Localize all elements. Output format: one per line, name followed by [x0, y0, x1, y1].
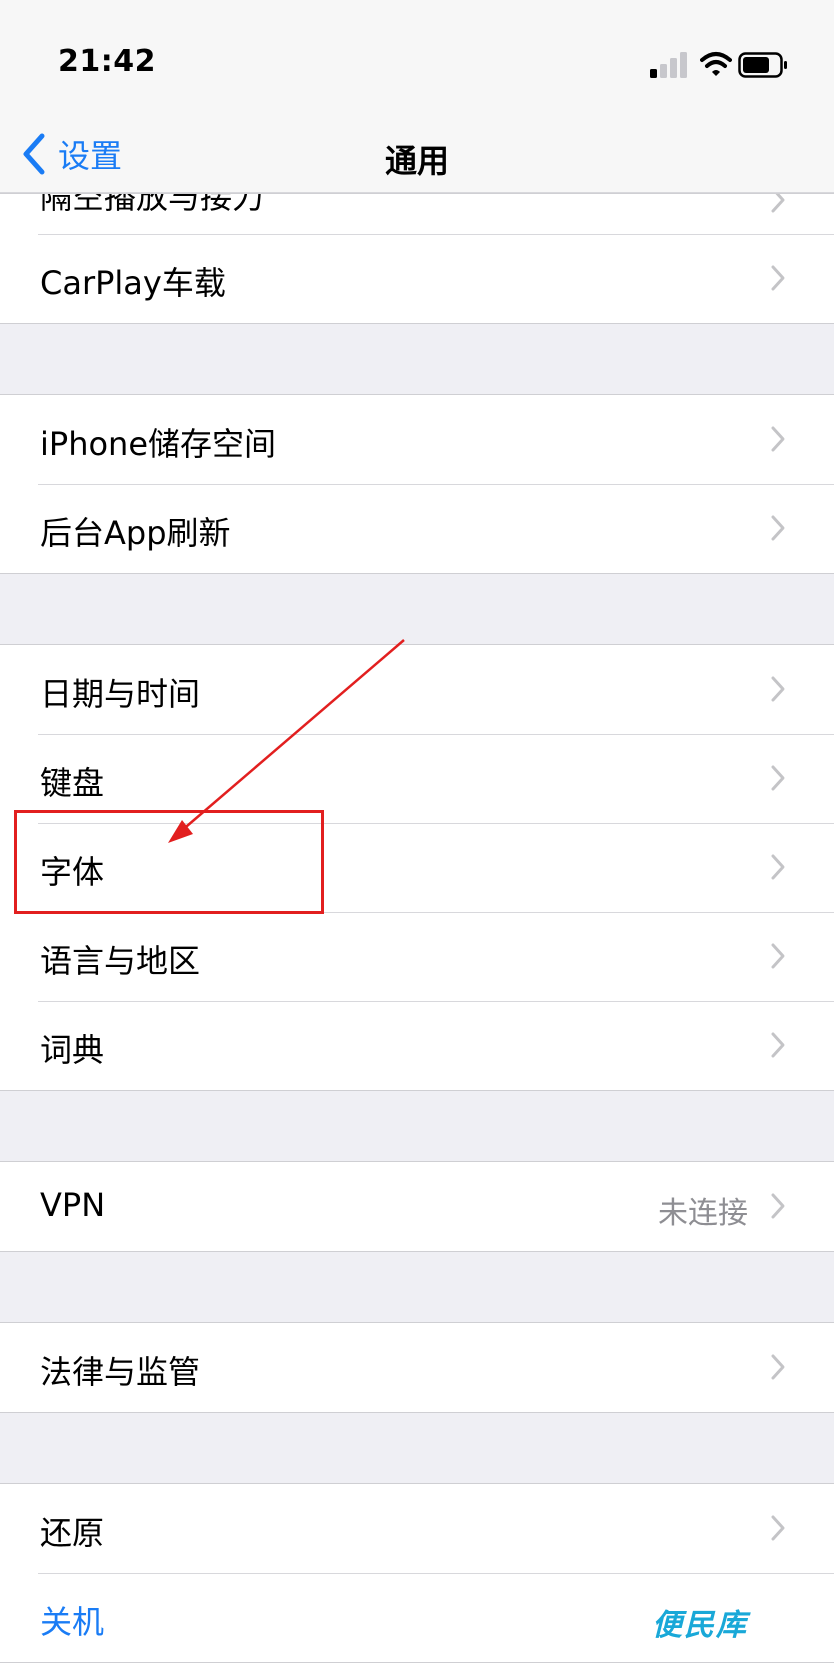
settings-group: 隔空播放与接力 CarPlay车载: [0, 193, 834, 324]
chevron-right-icon: [771, 676, 785, 702]
chevron-right-icon: [771, 765, 785, 791]
row-label: 还原: [40, 1514, 105, 1552]
row-label: 隔空播放与接力: [40, 194, 265, 216]
row-label: CarPlay车载: [40, 264, 226, 302]
annotation-highlight-box: [14, 810, 324, 914]
chevron-right-icon: [771, 1354, 785, 1380]
group-spacer: [0, 1091, 834, 1161]
row-label: VPN: [40, 1186, 106, 1224]
group-spacer: [0, 1413, 834, 1483]
chevron-right-icon: [771, 854, 785, 880]
settings-group: 法律与监管: [0, 1322, 834, 1413]
chevron-right-icon: [771, 1032, 785, 1058]
row-label: 法律与监管: [40, 1353, 201, 1391]
settings-row-date-time[interactable]: 日期与时间: [0, 645, 834, 734]
chevron-right-icon: [771, 1193, 785, 1219]
chevron-right-icon: [771, 1515, 785, 1541]
settings-row-iphone-storage[interactable]: iPhone储存空间: [0, 395, 834, 484]
wifi-icon: [700, 52, 732, 76]
settings-list: 隔空播放与接力 CarPlay车载 iPhone储存空间 后台App刷新 日期与…: [0, 193, 834, 1663]
signal-icon: [650, 52, 687, 78]
settings-row-reset[interactable]: 还原: [0, 1484, 834, 1573]
group-spacer: [0, 574, 834, 644]
settings-row-airplay[interactable]: 隔空播放与接力: [0, 194, 834, 234]
row-label: 日期与时间: [40, 675, 201, 713]
watermark-logo: 便民库: [652, 1608, 748, 1643]
row-label: 词典: [40, 1031, 105, 1069]
chevron-right-icon: [771, 515, 785, 541]
row-label: 键盘: [40, 764, 105, 802]
settings-row-background-refresh[interactable]: 后台App刷新: [0, 484, 834, 573]
settings-group: iPhone储存空间 后台App刷新: [0, 394, 834, 574]
vpn-status-value: 未连接: [658, 1196, 748, 1231]
battery-icon: [738, 52, 787, 78]
settings-row-legal[interactable]: 法律与监管: [0, 1323, 834, 1412]
group-spacer: [0, 324, 834, 394]
row-label: 语言与地区: [40, 942, 201, 980]
settings-row-vpn[interactable]: VPN 未连接: [0, 1162, 834, 1251]
status-bar: 21:42: [0, 0, 834, 118]
row-label: 后台App刷新: [40, 514, 231, 552]
status-time: 21:42: [58, 44, 156, 79]
settings-row-carplay[interactable]: CarPlay车载: [0, 234, 834, 323]
row-label: iPhone储存空间: [40, 425, 277, 463]
settings-row-dictionary[interactable]: 词典: [0, 1001, 834, 1090]
group-spacer: [0, 1252, 834, 1322]
page-title: 通用: [384, 142, 449, 180]
navigation-bar: 设置 通用: [0, 118, 834, 193]
settings-row-language-region[interactable]: 语言与地区: [0, 912, 834, 1001]
chevron-right-icon: [771, 194, 785, 213]
chevron-right-icon: [771, 265, 785, 291]
chevron-right-icon: [771, 426, 785, 452]
row-label: 关机: [40, 1603, 105, 1641]
chevron-right-icon: [771, 943, 785, 969]
settings-group: VPN 未连接: [0, 1161, 834, 1252]
